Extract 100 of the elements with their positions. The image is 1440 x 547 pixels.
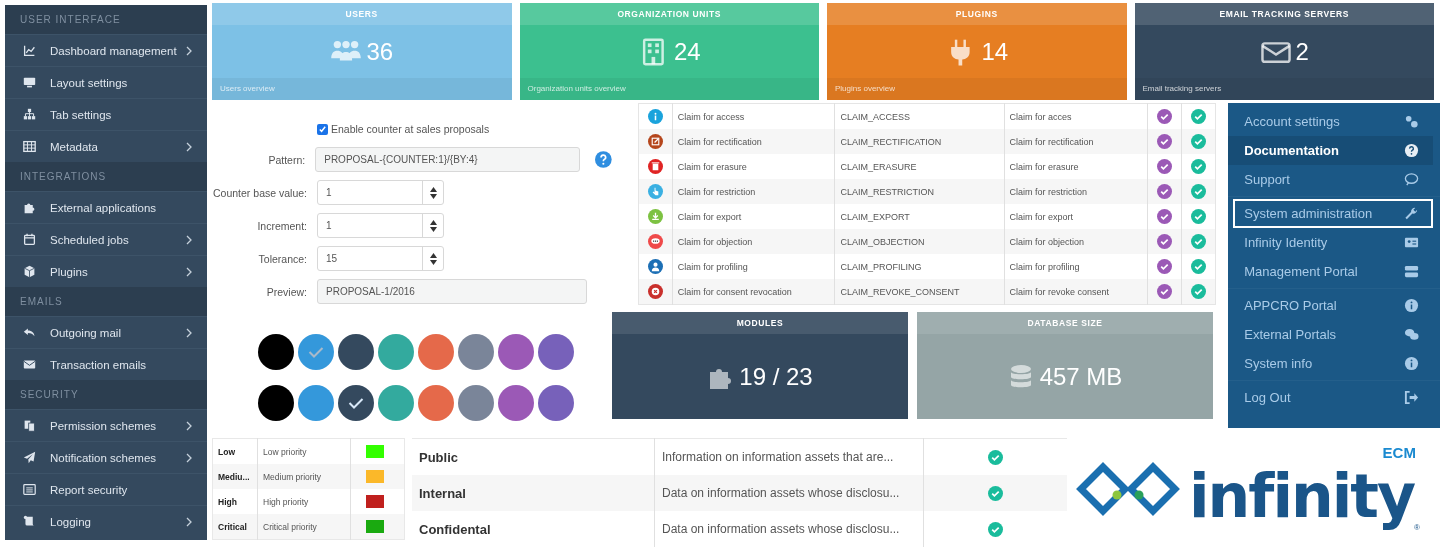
menu-item[interactable]: Documentation: [1228, 136, 1433, 165]
field-label: Preview:: [265, 285, 307, 298]
check-icon: [308, 346, 324, 358]
checkbox-label: Enable counter at sales proposals: [331, 123, 490, 135]
stat-value: 2: [1295, 37, 1309, 66]
menu-item[interactable]: Infinity Identity: [1228, 228, 1433, 257]
table-cell: CLAIM_REVOKE_CONSENT: [834, 279, 1005, 305]
table-cell: Medium priority: [257, 464, 351, 489]
color-swatch[interactable]: [498, 334, 534, 370]
id-card-icon: [1404, 235, 1419, 250]
number-input-field[interactable]: 15: [317, 246, 444, 271]
caret-down-icon[interactable]: [429, 226, 437, 232]
caret-up-icon[interactable]: [429, 186, 437, 192]
sidebar-item[interactable]: External applications: [5, 191, 207, 223]
caret-down-icon[interactable]: [429, 193, 437, 199]
sidebar-item[interactable]: Tab settings: [5, 98, 207, 130]
color-swatch[interactable]: [298, 385, 334, 421]
stat-card-title: USERS: [212, 3, 512, 25]
color-swatch[interactable]: [338, 385, 374, 421]
table-cell: Claim for revoke consent: [1004, 279, 1148, 305]
sidebar-section-title: USER INTERFACE: [5, 5, 207, 34]
color-swatch[interactable]: [258, 385, 294, 421]
info-value: 457 MB: [1039, 362, 1123, 391]
table-cell: Claim for restriction: [672, 179, 835, 204]
menu-item[interactable]: APPCRO Portal: [1228, 291, 1433, 320]
registered-mark: ®: [1414, 523, 1420, 532]
sidebar-item[interactable]: Scheduled jobs: [5, 223, 207, 255]
text-input-field[interactable]: PROPOSAL-{COUNTER:1}/{BY:4}: [315, 147, 581, 172]
caret-up-icon[interactable]: [429, 252, 437, 258]
menu-item[interactable]: Management Portal: [1228, 257, 1433, 286]
calendar-icon: [23, 233, 36, 246]
checkbox[interactable]: [317, 123, 328, 135]
menu-item[interactable]: External Portals: [1228, 320, 1433, 349]
field-label: Increment:: [256, 219, 307, 232]
info-icon: [1404, 298, 1419, 313]
caret-down-icon[interactable]: [429, 259, 437, 265]
sidebar-item[interactable]: Layout settings: [5, 66, 207, 98]
wrench-icon: [1404, 206, 1419, 221]
table-cell: Low: [212, 438, 258, 464]
sidebar-item[interactable]: Permission schemes: [5, 409, 207, 441]
monitor-icon: [23, 76, 36, 89]
sidebar-item[interactable]: Report security: [5, 473, 207, 505]
color-swatch[interactable]: [258, 334, 294, 370]
color-swatch[interactable]: [418, 334, 454, 370]
sidebar-item[interactable]: Logging: [5, 505, 207, 537]
stat-card-footer: Plugins overview: [827, 78, 1127, 100]
table-cell: Claim for consent revocation: [672, 279, 835, 305]
number-input-field[interactable]: 1: [317, 213, 444, 238]
logo-suffix: ECM: [1382, 446, 1416, 460]
sidebar-item[interactable]: Notification schemes: [5, 441, 207, 473]
table-cell: CLAIM_OBJECTION: [834, 229, 1005, 254]
stat-card-title: PLUGINS: [827, 3, 1127, 25]
table-cell: Confidental: [412, 511, 655, 547]
puzzle-icon: [23, 201, 36, 214]
grid-icon: [23, 140, 36, 153]
sidebar-item[interactable]: Dashboard management: [5, 34, 207, 66]
server-icon: [1404, 264, 1419, 279]
list-icon: [23, 483, 36, 496]
table-cell: Claim for restriction: [1004, 179, 1148, 204]
sidebar-item[interactable]: Outgoing mail: [5, 316, 207, 348]
color-swatch[interactable]: [338, 334, 374, 370]
menu-item[interactable]: System info: [1228, 349, 1433, 378]
menu-item[interactable]: Support: [1228, 165, 1433, 194]
info-value: 19 / 23: [739, 362, 813, 391]
field-label: Pattern:: [267, 153, 306, 166]
color-swatch[interactable]: [538, 385, 574, 421]
color-swatch[interactable]: [458, 334, 494, 370]
table-cell: High: [212, 489, 258, 514]
sidebar-section-title: SECURITY: [5, 380, 207, 409]
chart-icon: [23, 44, 36, 57]
cube-icon: [23, 265, 36, 278]
text-input-field[interactable]: PROPOSAL-1/2016: [317, 279, 587, 304]
stat-card-title: EMAIL TRACKING SERVERS: [1134, 3, 1434, 25]
menu-item[interactable]: Log Out: [1228, 383, 1433, 412]
field-label: Counter base value:: [212, 186, 307, 199]
table-cell: Internal: [412, 475, 655, 511]
color-swatch[interactable]: [378, 385, 414, 421]
field-label: Tolerance:: [257, 252, 307, 265]
color-swatch[interactable]: [418, 385, 454, 421]
sidebar-section-title: EMAILS: [5, 287, 207, 316]
menu-item[interactable]: Account settings: [1228, 107, 1433, 136]
color-swatch[interactable]: [378, 334, 414, 370]
stat-card-footer: Users overview: [212, 78, 512, 100]
number-input-field[interactable]: 1: [317, 180, 444, 205]
stat-card[interactable]: EMAIL TRACKING SERVERS 2 Email tracking servers: [1134, 3, 1434, 100]
color-swatch[interactable]: [498, 385, 534, 421]
color-swatch[interactable]: [458, 385, 494, 421]
info-card-title: MODULES: [612, 312, 908, 334]
check-icon: [318, 124, 327, 134]
table-cell: Data on information assets whose disclosu...: [654, 475, 924, 511]
help-icon[interactable]: [595, 151, 612, 168]
sitemap-icon: [23, 108, 36, 121]
caret-up-icon[interactable]: [429, 219, 437, 225]
info-card-title: DATABASE SIZE: [917, 312, 1213, 334]
color-swatch[interactable]: [298, 334, 334, 370]
color-swatch[interactable]: [538, 334, 574, 370]
table-cell: Mediu...: [212, 464, 258, 489]
menu-item[interactable]: System administration: [1233, 199, 1433, 228]
stat-card-footer: Organization units overview: [519, 78, 819, 100]
table-cell: Claim for objection: [1004, 229, 1148, 254]
